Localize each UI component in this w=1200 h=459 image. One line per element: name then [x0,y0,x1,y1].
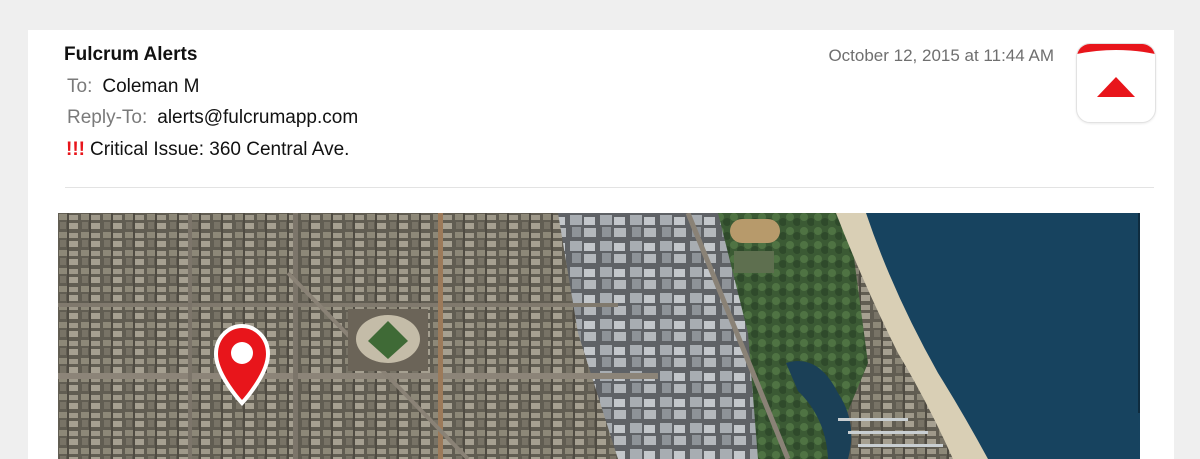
subject-row: !!! Critical Issue: 360 Central Ave. [66,139,349,161]
to-row: To: Coleman M [67,76,200,98]
reply-to-value[interactable]: alerts@fulcrumapp.com [157,107,358,128]
to-value[interactable]: Coleman M [102,76,199,97]
sender-name: Fulcrum Alerts [64,44,198,65]
email-subject: Critical Issue: 360 Central Ave. [89,139,350,160]
reply-to-label: Reply-To: [67,107,148,128]
fulcrum-app-icon[interactable] [1076,43,1156,123]
map-view[interactable] [58,213,1140,459]
email-card: Fulcrum Alerts October 12, 2015 at 11:44… [28,30,1174,459]
email-date: October 12, 2015 at 11:44 AM [828,46,1054,65]
header-divider [65,187,1154,188]
to-label: To: [67,76,93,97]
reply-to-row: Reply-To: alerts@fulcrumapp.com [67,107,358,129]
priority-marker: !!! [66,139,85,160]
